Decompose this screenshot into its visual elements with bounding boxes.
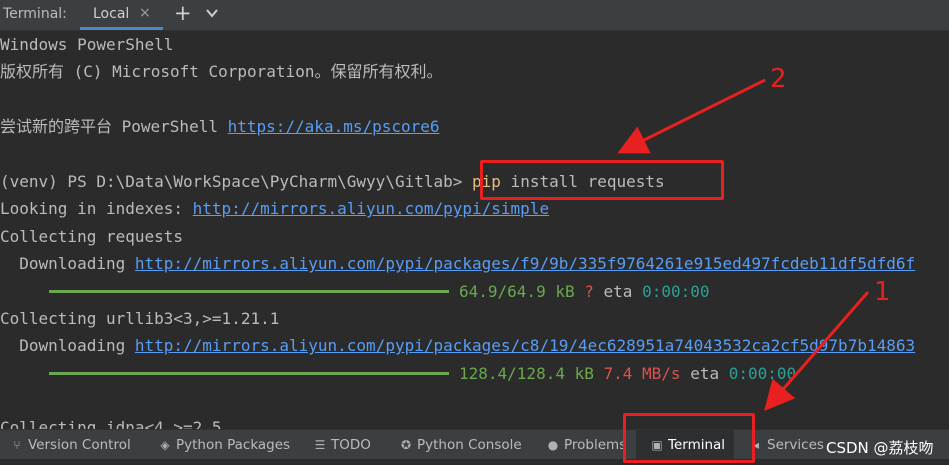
annotation-arrows — [617, 78, 870, 412]
arrow-1 — [764, 291, 870, 412]
arrow-2 — [617, 78, 766, 154]
